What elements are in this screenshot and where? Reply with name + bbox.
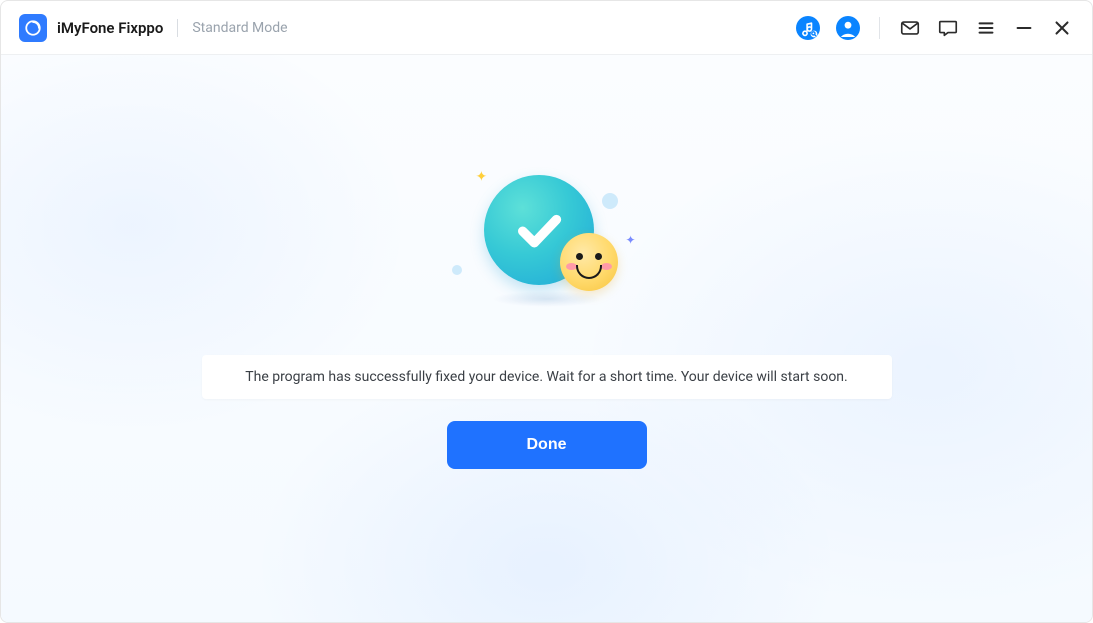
- app-logo-icon: [19, 14, 47, 42]
- chat-icon[interactable]: [936, 16, 960, 40]
- account-icon[interactable]: [835, 15, 861, 41]
- title-separator: [177, 19, 178, 37]
- decoration-dot: [452, 265, 462, 275]
- actions-separator: [879, 17, 880, 39]
- titlebar: iMyFone Fixppo Standard Mode: [1, 1, 1092, 55]
- sparkle-icon: ✦: [625, 233, 635, 247]
- decoration-dot: [602, 193, 618, 209]
- app-title: iMyFone Fixppo: [57, 19, 163, 37]
- done-button[interactable]: Done: [447, 421, 647, 469]
- smiley-icon: [560, 233, 618, 291]
- main-content: ✦ ✦ The program has successfully fixed y…: [1, 55, 1092, 622]
- sparkle-icon: ✦: [476, 169, 488, 185]
- app-window: iMyFone Fixppo Standard Mode: [0, 0, 1093, 623]
- titlebar-actions: [795, 15, 1074, 41]
- mode-label: Standard Mode: [192, 20, 287, 36]
- mail-icon[interactable]: [898, 16, 922, 40]
- minimize-icon[interactable]: [1012, 16, 1036, 40]
- menu-icon[interactable]: [974, 16, 998, 40]
- graphic-shadow: [492, 291, 602, 307]
- status-message: The program has successfully fixed your …: [202, 355, 892, 399]
- close-icon[interactable]: [1050, 16, 1074, 40]
- music-search-icon[interactable]: [795, 15, 821, 41]
- success-graphic: ✦ ✦: [462, 175, 632, 315]
